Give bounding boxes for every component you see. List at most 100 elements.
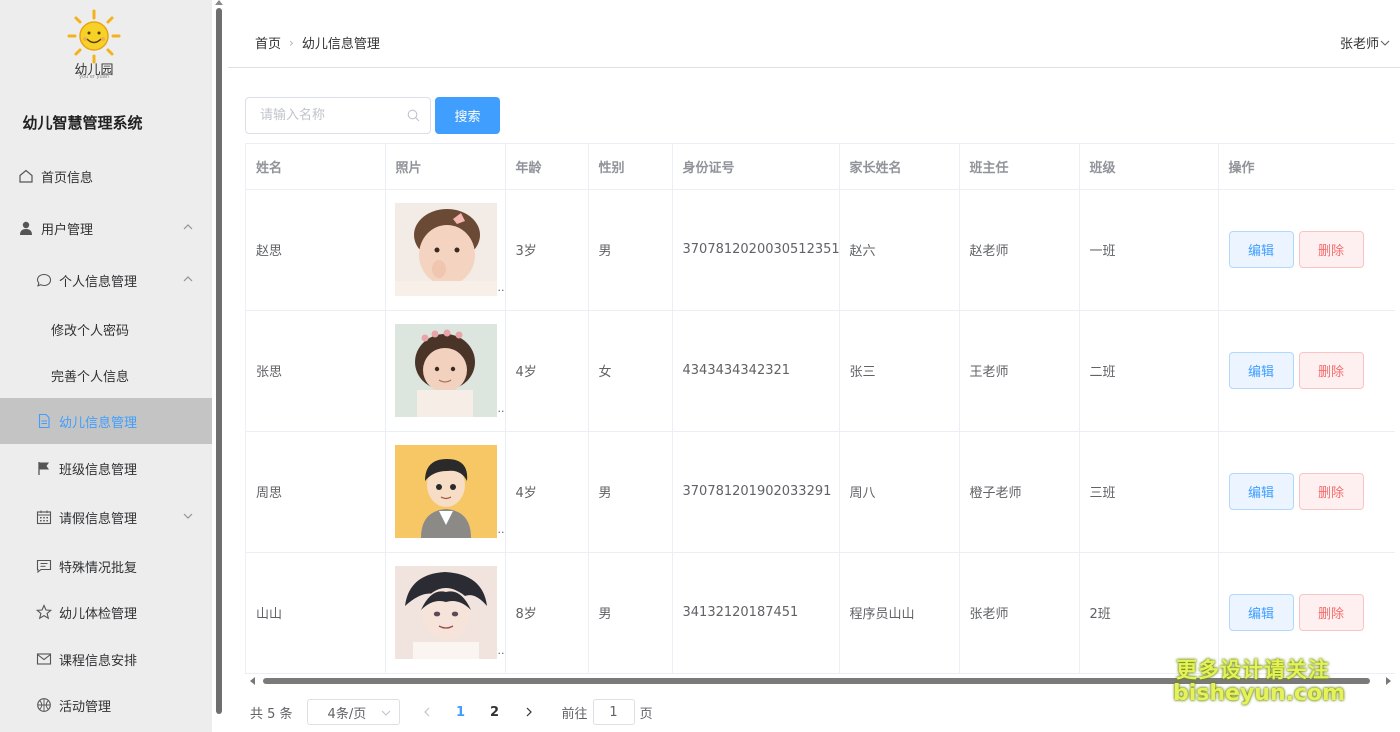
- edit-button[interactable]: 编辑: [1228, 473, 1294, 510]
- photo-ellipsis: ..: [497, 522, 505, 536]
- breadcrumb: 首页 › 幼儿信息管理: [255, 33, 380, 53]
- cell-teacher: 赵老师: [959, 189, 1080, 311]
- photo-ellipsis: ..: [497, 401, 505, 415]
- scroll-up-arrow-icon[interactable]: [215, 0, 223, 5]
- chevron-down-icon: [381, 710, 390, 716]
- column-header: 操作: [1218, 144, 1395, 190]
- cell-teacher: 王老师: [959, 310, 1080, 432]
- scroll-left-arrow-icon[interactable]: [250, 677, 255, 685]
- pagination: 共 5 条 4条/页 1 2 前往 页: [250, 699, 653, 725]
- cell-actions: 编辑 删除: [1218, 189, 1395, 311]
- sidebar-item-activity[interactable]: 活动管理: [0, 684, 212, 726]
- cell-parent: 张三: [839, 310, 960, 432]
- child-info-table: 姓名 照片 年龄 性别 身份证号 家长姓名 班主任 班级 操作 赵思 .. 3岁…: [245, 143, 1395, 673]
- chevron-left-icon: [423, 707, 429, 717]
- delete-button[interactable]: 删除: [1298, 352, 1364, 389]
- sidebar-item-child-info[interactable]: 幼儿信息管理: [0, 398, 212, 444]
- chevron-right-icon: [526, 707, 532, 717]
- cell-gender: 男: [588, 431, 673, 553]
- calendar-icon: [36, 509, 52, 525]
- column-header: 班主任: [959, 144, 1080, 190]
- chevron-up-icon: [183, 276, 193, 282]
- star-icon: [36, 604, 52, 620]
- cell-parent: 赵六: [839, 189, 960, 311]
- cell-teacher: 张老师: [959, 552, 1080, 673]
- scrollbar-thumb[interactable]: [216, 8, 222, 714]
- cell-age: 8岁: [505, 552, 589, 673]
- sidebar-item-label: 个人信息管理: [59, 274, 138, 290]
- sidebar-item-complete-info[interactable]: 完善个人信息: [0, 354, 212, 396]
- user-icon: [18, 220, 34, 236]
- chevron-down-icon: [183, 513, 193, 519]
- cell-parent: 程序员山山: [839, 552, 960, 673]
- delete-button[interactable]: 删除: [1298, 594, 1364, 631]
- sidebar-item-personal-info[interactable]: 个人信息管理: [0, 259, 212, 301]
- sidebar-item-label: 用户管理: [41, 222, 94, 238]
- cell-photo: ..: [385, 310, 506, 432]
- next-page-button[interactable]: [514, 699, 544, 725]
- sidebar-item-change-password[interactable]: 修改个人密码: [0, 308, 212, 350]
- sidebar-item-health-check[interactable]: 幼儿体检管理: [0, 591, 212, 633]
- goto-prefix: 前往: [561, 706, 588, 722]
- sidebar-item-label: 课程信息安排: [59, 653, 138, 669]
- baby-photo-1[interactable]: [394, 203, 497, 296]
- sidebar-item-label: 幼儿体检管理: [59, 606, 138, 622]
- sidebar-item-special-approval[interactable]: 特殊情况批复: [0, 545, 212, 587]
- cell-photo: ..: [385, 189, 506, 311]
- search-box: [245, 97, 431, 134]
- goto-suffix: 页: [639, 706, 653, 722]
- edit-button[interactable]: 编辑: [1228, 594, 1294, 631]
- cell-name: 张思: [246, 310, 386, 432]
- sidebar-item-label: 班级信息管理: [59, 462, 138, 478]
- cell-class: 三班: [1079, 431, 1219, 553]
- sidebar-item-label: 修改个人密码: [51, 323, 130, 339]
- page-size-select[interactable]: 4条/页: [306, 699, 400, 725]
- search-icon[interactable]: [407, 109, 420, 122]
- anime-avatar[interactable]: [394, 566, 497, 659]
- breadcrumb-home[interactable]: 首页: [255, 33, 281, 52]
- column-header: 家长姓名: [839, 144, 960, 190]
- delete-button[interactable]: 删除: [1298, 473, 1364, 510]
- sidebar-scrollbar[interactable]: [212, 0, 226, 732]
- goto-page-input[interactable]: [592, 699, 635, 725]
- cell-name: 山山: [246, 552, 386, 673]
- sidebar: 幼儿园 you er yuan 幼儿智慧管理系统 首页信息 用户管理 个人信息管…: [0, 0, 212, 732]
- delete-button[interactable]: 删除: [1298, 231, 1364, 268]
- flag-icon: [36, 460, 52, 476]
- page-2-button[interactable]: 2: [480, 699, 510, 725]
- edit-button[interactable]: 编辑: [1228, 352, 1294, 389]
- sidebar-item-user-management[interactable]: 用户管理: [0, 207, 212, 249]
- sun-logo-icon: 幼儿园: [67, 9, 121, 78]
- photo-ellipsis: ..: [497, 280, 505, 294]
- sidebar-item-leave-info[interactable]: 请假信息管理: [0, 496, 212, 538]
- baby-photo-2[interactable]: [394, 324, 497, 417]
- scroll-right-arrow-icon[interactable]: [1386, 677, 1391, 685]
- edit-button[interactable]: 编辑: [1228, 231, 1294, 268]
- total-count: 共 5 条: [250, 706, 293, 722]
- cell-teacher: 橙子老师: [959, 431, 1080, 553]
- sidebar-item-home[interactable]: 首页信息: [0, 155, 212, 197]
- breadcrumb-separator-icon: ›: [289, 35, 294, 50]
- cell-id-number: 370781201902033291: [672, 431, 840, 553]
- cartoon-avatar[interactable]: [394, 445, 497, 538]
- sidebar-item-label: 完善个人信息: [51, 369, 130, 385]
- sidebar-item-label: 幼儿信息管理: [59, 415, 138, 431]
- watermark-line-2: bisheyun.com: [1173, 681, 1346, 706]
- sidebar-item-course-schedule[interactable]: 课程信息安排: [0, 638, 212, 680]
- chevron-down-icon: [1380, 40, 1390, 46]
- cell-gender: 男: [588, 189, 673, 311]
- cell-age: 3岁: [505, 189, 589, 311]
- sidebar-item-label: 活动管理: [59, 699, 112, 715]
- photo-ellipsis: ..: [497, 643, 505, 657]
- cell-actions: 编辑 删除: [1218, 431, 1395, 553]
- cell-age: 4岁: [505, 310, 589, 432]
- search-button[interactable]: 搜索: [435, 97, 500, 134]
- user-menu[interactable]: 张老师: [1340, 33, 1390, 52]
- mail-icon: [36, 651, 52, 667]
- sidebar-item-class-info[interactable]: 班级信息管理: [0, 447, 212, 489]
- watermark: 更多设计请关注 bisheyun.com: [1173, 654, 1346, 706]
- page-1-button[interactable]: 1: [446, 699, 476, 725]
- prev-page-button[interactable]: [412, 699, 442, 725]
- search-input[interactable]: [260, 98, 410, 133]
- cell-id-number: 3707812020030512351: [672, 189, 840, 311]
